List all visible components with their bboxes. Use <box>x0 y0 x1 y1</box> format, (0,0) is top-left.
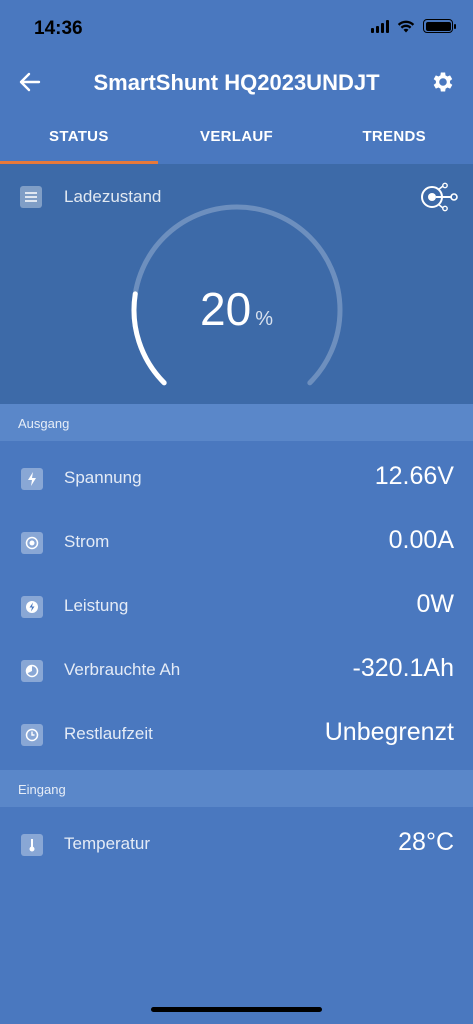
row-value: 12.66V <box>374 462 454 490</box>
row-label: Temperatur <box>64 834 150 853</box>
status-bar: 14:36 <box>0 0 473 56</box>
gauge-value-unit: % <box>255 308 273 330</box>
tab-verlauf[interactable]: VERLAUF <box>158 110 316 164</box>
settings-button[interactable] <box>425 64 461 100</box>
list-item-voltage[interactable]: Spannung 12.66V <box>0 447 473 511</box>
consumed-ah-icon <box>21 660 43 682</box>
row-label: Restlaufzeit <box>64 724 153 743</box>
clock-icon <box>21 724 43 746</box>
battery-icon <box>423 19 456 33</box>
gear-icon <box>433 72 453 92</box>
list-item-current[interactable]: Strom 0.00A <box>0 511 473 575</box>
tab-status[interactable]: STATUS <box>0 110 158 164</box>
row-value: 0W <box>416 590 455 618</box>
row-label: Strom <box>64 532 110 551</box>
network-icon[interactable] <box>419 182 459 217</box>
row-label: Leistung <box>64 596 129 615</box>
section-header-output: Ausgang <box>0 404 473 441</box>
tab-trends[interactable]: TRENDS <box>315 110 473 164</box>
list-item-power[interactable]: Leistung 0W <box>0 575 473 639</box>
row-value: Unbegrenzt <box>324 718 454 746</box>
thermometer-icon <box>21 834 43 856</box>
current-icon <box>21 532 43 554</box>
row-value: -320.1Ah <box>352 654 454 682</box>
row-value: 0.00A <box>388 526 454 554</box>
app-bar: SmartShunt HQ2023UNDJT <box>0 56 473 110</box>
list-item-remaining-time[interactable]: Restlaufzeit Unbegrenzt <box>0 703 473 767</box>
wifi-icon <box>397 20 415 33</box>
gauge-value: 20% <box>0 282 473 336</box>
voltage-icon <box>21 468 43 490</box>
list-item-temperature[interactable]: Temperatur 28°C <box>0 813 473 877</box>
gauge-label: Ladezustand <box>64 187 162 206</box>
state-of-charge-panel: Ladezustand 20% <box>0 164 473 404</box>
section-header-input: Eingang <box>0 770 473 807</box>
list-icon <box>20 186 42 208</box>
status-icons <box>371 19 456 33</box>
row-label: Spannung <box>64 468 142 487</box>
power-icon <box>21 596 43 618</box>
list-item-consumed-ah[interactable]: Verbrauchte Ah -320.1Ah <box>0 639 473 703</box>
page-title: SmartShunt HQ2023UNDJT <box>93 70 380 95</box>
row-label: Verbrauchte Ah <box>64 660 181 679</box>
status-time: 14:36 <box>34 18 83 39</box>
row-value: 28°C <box>398 828 454 856</box>
gauge-value-number: 20 <box>200 283 252 335</box>
cellular-signal-icon <box>371 19 389 33</box>
tab-bar: STATUS VERLAUF TRENDS <box>0 110 473 164</box>
home-indicator[interactable] <box>151 1007 322 1012</box>
